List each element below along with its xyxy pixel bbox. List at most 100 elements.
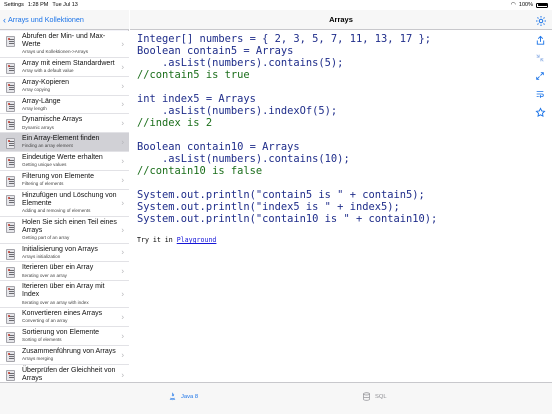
document-icon bbox=[6, 313, 15, 325]
playground-link[interactable]: Playground bbox=[177, 236, 217, 244]
list-item[interactable]: Hinzufügen und Löschung von Elemente Addi… bbox=[0, 189, 129, 217]
settings-button[interactable] bbox=[535, 14, 547, 26]
page-title: Arrays bbox=[329, 15, 353, 24]
list-item[interactable]: Ein Array-Element finden Finding an array… bbox=[0, 133, 129, 152]
list-item-title: Array-Kopieren bbox=[22, 78, 70, 86]
list-item[interactable]: Filterung von Elemente Filtering of eleme… bbox=[0, 170, 129, 190]
document-icon bbox=[6, 331, 15, 343]
document-icon bbox=[6, 350, 15, 362]
list-item-title: Iterieren über ein Array bbox=[22, 264, 94, 272]
list-item[interactable]: Initialisierung von Arrays Arrays initial… bbox=[0, 243, 129, 263]
wrap-button[interactable] bbox=[534, 88, 546, 100]
chevron-right-icon: › bbox=[121, 350, 124, 360]
list-item[interactable]: Eindeutige Werte erhalten Getting unique … bbox=[0, 151, 129, 171]
list-item[interactable]: Holen Sie sich einen Teil eines Arrays Ge… bbox=[0, 216, 129, 244]
list-item-title: Holen Sie sich einen Teil eines Arrays bbox=[22, 218, 117, 234]
code-line: .asList(numbers).contains(5); bbox=[137, 57, 344, 69]
favorite-button[interactable] bbox=[534, 106, 546, 118]
code-comment-line: //contain10 is false bbox=[137, 165, 263, 177]
document-icon bbox=[6, 138, 15, 150]
chevron-right-icon: › bbox=[121, 331, 124, 341]
list-item[interactable]: Konvertieren eines Arrays Converting of a… bbox=[0, 308, 129, 327]
list-item-subtitle: Array length bbox=[22, 105, 47, 111]
list-item-title: Abrufen der Min- und Max-Werte bbox=[22, 33, 106, 49]
list-item[interactable]: Sortierung von Elemente Sorting of elemen… bbox=[0, 326, 129, 346]
share-button[interactable] bbox=[534, 34, 546, 46]
list-item-subtitle: Arrays initialization bbox=[22, 253, 61, 259]
list-item-title: Array mit einem Standardwert bbox=[22, 60, 115, 67]
list-item-subtitle: Filtering of elements bbox=[22, 180, 64, 186]
tab-java-label: Java 8 bbox=[181, 393, 199, 400]
list-item[interactable]: Array mit einem Standardwert Array with a… bbox=[0, 58, 129, 77]
java-icon bbox=[169, 392, 176, 401]
tab-sql-label: SQL bbox=[375, 393, 387, 400]
status-carrier: Settings bbox=[4, 2, 24, 8]
list-item-title: Filterung von Elemente bbox=[22, 172, 94, 180]
code-line: Boolean contain5 = Arrays bbox=[137, 45, 294, 57]
back-button[interactable]: ‹ Arrays und Kollektionen bbox=[3, 15, 84, 24]
try-text: Try it in bbox=[137, 236, 177, 244]
list-item-title: Überprüfen der Gleichheit von Arrays bbox=[22, 366, 116, 382]
list-item-title: Array-Länge bbox=[22, 97, 61, 105]
status-battery: 100% bbox=[518, 2, 533, 8]
sidebar-nav-bar: ‹ Arrays und Kollektionen bbox=[0, 10, 129, 30]
list-item-subtitle: Arrays merging bbox=[22, 355, 54, 361]
list-item-subtitle: Array with a default value bbox=[22, 68, 74, 74]
sidebar: ‹ Arrays und Kollektionen Abrufen der Mi… bbox=[0, 10, 129, 382]
list-item-subtitle: Finding an array element bbox=[22, 143, 73, 149]
chevron-right-icon: › bbox=[121, 198, 124, 208]
list-item[interactable]: Iterieren über ein Array Iterating over a… bbox=[0, 262, 129, 282]
chevron-right-icon: › bbox=[121, 312, 124, 322]
database-icon bbox=[363, 392, 370, 401]
code-line: .asList(numbers).contains(10); bbox=[137, 153, 350, 165]
tab-java[interactable]: Java 8 bbox=[168, 392, 198, 401]
chevron-right-icon: › bbox=[121, 289, 124, 299]
list-item-title: Konvertieren eines Arrays bbox=[22, 310, 103, 318]
list-item[interactable]: Überprüfen der Gleichheit von Arrays › bbox=[0, 364, 129, 382]
list-item-title: Initialisierung von Arrays bbox=[22, 245, 98, 253]
chevron-left-icon: ‹ bbox=[3, 14, 6, 25]
code-line: .asList(numbers).indexOf(5); bbox=[137, 105, 338, 117]
detail-nav-bar: Arrays bbox=[130, 10, 552, 30]
star-icon bbox=[534, 106, 546, 117]
code-line: System.out.println("contain10 is " + con… bbox=[137, 213, 438, 225]
list-item-subtitle: Adding and removing of elements bbox=[22, 207, 91, 213]
document-icon bbox=[6, 194, 15, 206]
list-item[interactable]: Iterieren über ein Array mit Index Iterat… bbox=[0, 281, 129, 309]
list-item[interactable]: Zusammenführung von Arrays Arrays merging… bbox=[0, 345, 129, 365]
code-toolbar bbox=[532, 34, 548, 118]
list-item[interactable]: Abrufen der Min- und Max-Werte Arrays und… bbox=[0, 31, 129, 58]
topic-list[interactable]: Abrufen der Min- und Max-Werte Arrays und… bbox=[0, 31, 129, 382]
list-item-title: Eindeutige Werte erhalten bbox=[22, 153, 103, 161]
code-line: System.out.println("index5 is " + index5… bbox=[137, 201, 400, 213]
document-icon bbox=[6, 63, 15, 74]
expand-button[interactable] bbox=[534, 70, 546, 82]
list-item-title: Dynamische Arrays bbox=[22, 116, 83, 124]
back-label: Arrays und Kollektionen bbox=[8, 15, 84, 24]
document-icon bbox=[6, 100, 15, 112]
gear-icon bbox=[536, 16, 546, 26]
list-item-subtitle: Getting part of an array bbox=[22, 234, 70, 240]
tab-sql[interactable]: SQL bbox=[362, 392, 387, 401]
status-time: 1:28 PM bbox=[27, 2, 49, 8]
list-item[interactable]: Array-Kopieren Array copying › bbox=[0, 76, 129, 96]
chevron-right-icon: › bbox=[121, 370, 124, 380]
collapse-button[interactable] bbox=[534, 52, 546, 64]
list-item-title: Iterieren über ein Array mit Index bbox=[22, 283, 105, 299]
list-item-title: Hinzufügen und Löschung von Elemente bbox=[22, 191, 117, 207]
list-item[interactable]: Dynamische Arrays Dynamic arrays › bbox=[0, 114, 129, 134]
list-item-title: Sortierung von Elemente bbox=[22, 328, 100, 336]
list-item-subtitle: Iterating over an array bbox=[22, 272, 67, 278]
code-line: Integer[] numbers = { 2, 3, 5, 7, 11, 13… bbox=[137, 33, 432, 45]
wrap-icon bbox=[536, 91, 544, 98]
document-icon bbox=[6, 156, 15, 168]
document-icon bbox=[6, 369, 15, 381]
list-item[interactable]: Array-Länge Array length › bbox=[0, 95, 129, 115]
chevron-right-icon: › bbox=[121, 39, 124, 49]
list-item-subtitle: Dynamic arrays bbox=[22, 124, 54, 130]
chevron-right-icon: › bbox=[121, 118, 124, 128]
status-bar: Settings 1:28 PM Tue Jul 13 ◠ 100% bbox=[0, 0, 552, 10]
battery-icon bbox=[536, 2, 548, 8]
